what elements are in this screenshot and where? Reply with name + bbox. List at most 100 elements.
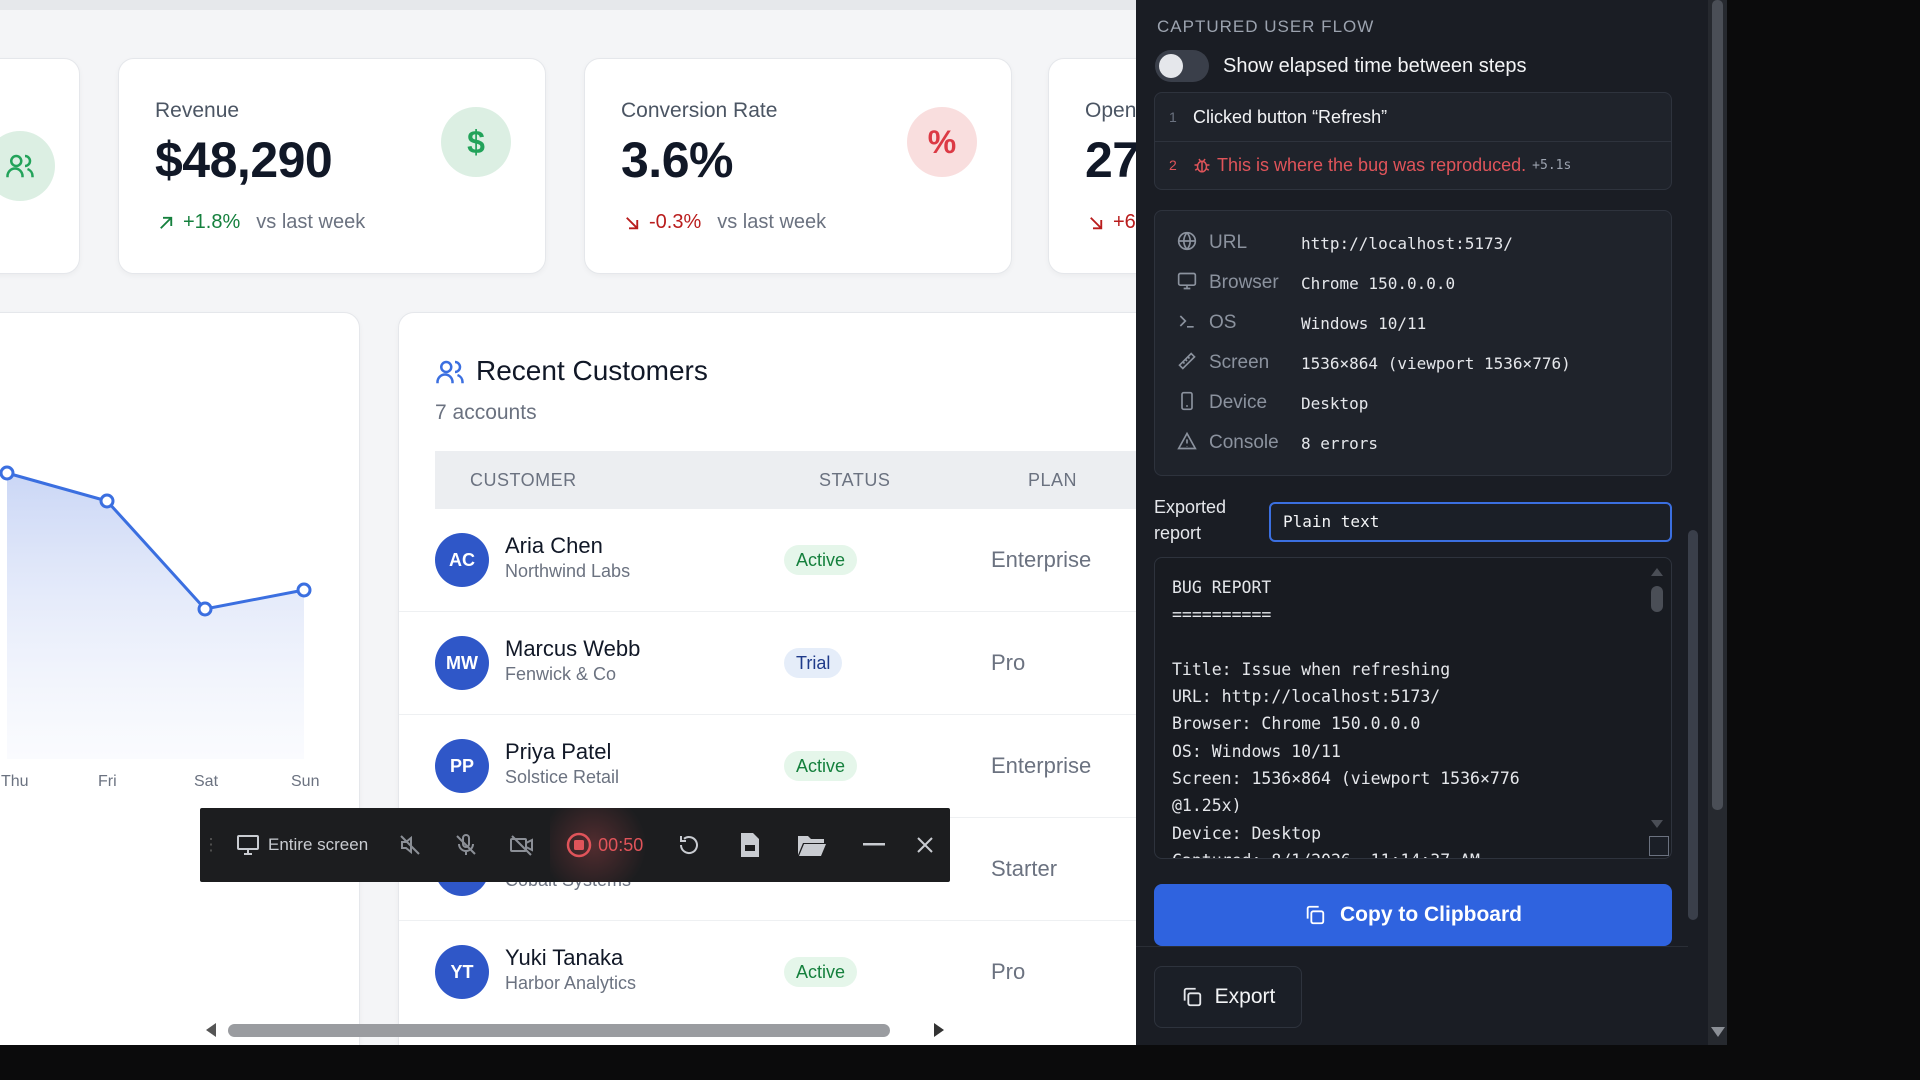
export-format-select[interactable]: Plain text — [1269, 502, 1672, 542]
column-header-plan[interactable]: PLAN — [1028, 451, 1077, 509]
stat-title: Revenue — [155, 99, 240, 122]
scroll-right-arrow[interactable] — [934, 1023, 944, 1037]
meta-key: Screen — [1209, 352, 1270, 373]
meta-row-console: Console 8 errors — [1177, 423, 1378, 463]
bug-icon — [1194, 158, 1210, 173]
customer-name: Aria Chen — [505, 533, 603, 558]
source-selector[interactable]: Entire screen — [222, 808, 382, 882]
divider — [1155, 141, 1671, 142]
export-button-label: Export — [1214, 985, 1276, 1008]
plan-value: Starter — [991, 856, 1058, 881]
line-chart — [0, 465, 312, 759]
card-subtitle: 7 accounts — [435, 401, 537, 424]
stat-value: $48,290 — [155, 132, 333, 188]
x-tick-label: Sun — [291, 773, 320, 790]
screen-recorder-toolbar: ⋮ Entire screen 00:50 — [200, 808, 950, 882]
column-header-customer[interactable]: CUSTOMER — [470, 451, 577, 509]
report-text: BUG REPORT ========== Title: Issue when … — [1172, 578, 1520, 858]
column-header-status[interactable]: STATUS — [819, 451, 890, 509]
meta-key: OS — [1209, 312, 1237, 333]
dashboard-background: Revenue $48,290 +1.8% vs last week $ Con… — [0, 0, 1136, 1045]
stat-card-customers-partial — [0, 58, 80, 274]
status-badge: Active — [784, 751, 858, 781]
dollar-icon: $ — [441, 107, 511, 177]
meta-row-browser: Browser Chrome 150.0.0.0 — [1177, 263, 1455, 303]
avatar: YT — [435, 945, 489, 999]
meta-key: Browser — [1209, 272, 1279, 293]
elapsed-time-toggle[interactable] — [1155, 50, 1209, 82]
file-icon — [741, 833, 760, 857]
stat-delta: +6 — [1113, 211, 1136, 233]
table-header: CUSTOMER STATUS PLAN — [435, 451, 1136, 509]
copy-to-clipboard-button[interactable]: Copy to Clipboard — [1154, 884, 1672, 946]
avatar: AC — [435, 533, 489, 587]
mute-mic-button[interactable] — [438, 808, 494, 882]
divider — [1136, 946, 1688, 947]
ruler-icon — [1177, 351, 1209, 376]
minimize-button[interactable] — [843, 808, 905, 882]
recording-timer: 00:50 — [598, 834, 644, 855]
monitor-icon — [1177, 271, 1209, 296]
resize-handle[interactable] — [1649, 836, 1669, 856]
scroll-down-arrow[interactable] — [1711, 1027, 1725, 1037]
stat-change: +1.8% vs last week — [157, 211, 365, 234]
flow-step[interactable]: 1 Clicked button “Refresh” — [1169, 97, 1387, 137]
step-number: 2 — [1169, 157, 1177, 173]
scroll-thumb[interactable] — [228, 1024, 890, 1037]
camera-off-button[interactable] — [494, 808, 550, 882]
panel-scrollbar-thumb[interactable] — [1688, 530, 1698, 920]
table-row[interactable]: AC Aria Chen Northwind Labs Active Enter… — [399, 509, 1136, 612]
stat-card-revenue: Revenue $48,290 +1.8% vs last week $ — [118, 58, 546, 274]
stat-title: Conversion Rate — [621, 99, 778, 122]
phone-icon — [1177, 391, 1209, 416]
window-scrollbar-thumb[interactable] — [1712, 0, 1723, 810]
export-button[interactable]: Export — [1154, 966, 1302, 1028]
x-tick-label: Fri — [98, 773, 117, 790]
stat-change: +6 — [1087, 211, 1136, 234]
customer-name: Priya Patel — [505, 739, 612, 764]
report-textarea[interactable]: BUG REPORT ========== Title: Issue when … — [1154, 557, 1672, 859]
meta-value: Windows 10/11 — [1301, 313, 1427, 333]
report-scroll-up[interactable] — [1651, 568, 1663, 576]
chart-point — [197, 601, 213, 617]
open-folder-button[interactable] — [781, 808, 843, 882]
avatar: MW — [435, 636, 489, 690]
plan-value: Pro — [991, 650, 1026, 675]
customer-company: Fenwick & Co — [505, 664, 617, 684]
report-scroll-down[interactable] — [1651, 820, 1663, 828]
table-row[interactable]: MW Marcus Webb Fenwick & Co Trial Pro — [399, 612, 1136, 715]
horizontal-scrollbar[interactable] — [200, 1020, 950, 1042]
meta-value: 1536×864 (viewport 1536×776) — [1301, 353, 1571, 373]
status-badge: Active — [784, 545, 858, 575]
close-button[interactable] — [905, 808, 945, 882]
globe-icon — [1177, 231, 1209, 256]
table-row[interactable]: YT Yuki Tanaka Harbor Analytics Active P… — [399, 921, 1136, 1024]
save-file-button[interactable] — [719, 808, 781, 882]
step-elapsed: +5.1s — [1532, 157, 1572, 173]
restart-icon — [680, 836, 699, 854]
close-icon — [917, 837, 933, 853]
scroll-left-arrow[interactable] — [206, 1023, 216, 1037]
environment-info: URL http://localhost:5173/ Browser Chrom… — [1154, 210, 1672, 476]
stat-delta: -0.3% — [649, 211, 702, 233]
stop-record-icon — [566, 832, 592, 858]
restart-button[interactable] — [659, 808, 719, 882]
warning-icon — [1177, 431, 1209, 456]
arrow-up-right-icon — [160, 216, 173, 229]
minimize-icon — [863, 843, 886, 846]
table-row[interactable]: PP Priya Patel Solstice Retail Active En… — [399, 715, 1136, 818]
speaker-muted-icon — [400, 835, 420, 855]
stat-delta: +1.8% — [183, 211, 241, 233]
arrow-down-right-icon — [626, 216, 639, 229]
export-format-label: Exported report — [1154, 497, 1227, 543]
mute-audio-button[interactable] — [382, 808, 438, 882]
flow-step-bug[interactable]: 2 This is where the bug was reproduced. … — [1169, 145, 1571, 185]
report-scroll-thumb[interactable] — [1651, 586, 1663, 612]
stop-recording-button[interactable]: 00:50 — [550, 808, 660, 882]
drag-handle[interactable]: ⋮ — [200, 808, 222, 882]
recent-customers-card: Recent Customers 7 accounts CUSTOMER STA… — [398, 312, 1136, 1045]
top-strip — [0, 0, 1136, 10]
stat-title: Open — [1085, 99, 1136, 122]
meta-row-os: OS Windows 10/11 — [1177, 303, 1426, 343]
monitor-icon — [237, 835, 259, 855]
